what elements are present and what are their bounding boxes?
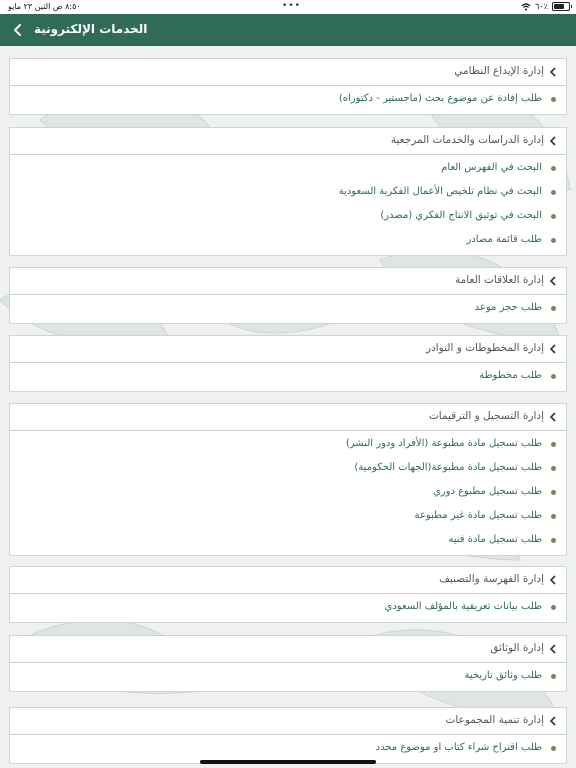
section-title: إدارة العلاقات العامة (455, 274, 544, 286)
service-item[interactable]: طلب تسجيل مادة مطبوعة (الأفراد ودور النش… (10, 433, 566, 457)
section-studies-references: إدارة الدراسات والخدمات المرجعية البحث ف… (9, 127, 567, 256)
section-header[interactable]: إدارة الوثائق (10, 636, 566, 663)
section-title: إدارة الدراسات والخدمات المرجعية (390, 134, 544, 146)
service-item-label: البحث في الفهرس العام (441, 162, 542, 173)
service-item-label: البحث في نظام تلخيص الأعمال الفكرية السع… (338, 186, 542, 197)
battery-icon (552, 2, 572, 11)
service-item[interactable]: البحث في توثيق الانتاج الفكري (مصدر) (10, 205, 566, 229)
section-legal-deposit: إدارة الإيداع النظامي طلب إفادة عن موضوع… (9, 58, 567, 115)
page-title: الخدمات الإلكترونية (34, 22, 148, 36)
back-button[interactable] (8, 20, 28, 40)
service-item-label: طلب إفادة عن موضوع بحث (ماجستير - دكتورا… (338, 93, 542, 104)
section-public-relations: إدارة العلاقات العامة طلب حجز موعد (9, 267, 567, 324)
section-documents: إدارة الوثائق طلب وثائق تاريخية (9, 635, 567, 692)
bullet (551, 674, 556, 679)
bullet (551, 605, 556, 610)
bullet (551, 490, 556, 495)
service-item[interactable]: طلب اقتراح شراء كتاب او موضوع محدد (10, 737, 566, 761)
chevron-left-icon (549, 344, 556, 354)
bullet (551, 166, 556, 171)
bullet (551, 442, 556, 447)
section-title: إدارة الفهرسة والتصنيف (439, 573, 544, 585)
service-item[interactable]: طلب تسجيل مادة مطبوعة(الجهات الحكومية) (10, 457, 566, 481)
section-header[interactable]: إدارة العلاقات العامة (10, 268, 566, 295)
service-item[interactable]: طلب قائمة مصادر (10, 229, 566, 253)
chevron-left-icon (549, 67, 556, 77)
bullet (551, 97, 556, 102)
service-item-label: طلب وثائق تاريخية (464, 670, 542, 681)
chevron-left-icon (549, 276, 556, 286)
section-registration: إدارة التسجيل و الترقيمات طلب تسجيل مادة… (9, 403, 567, 556)
bullet (551, 374, 556, 379)
chevron-left-icon (549, 716, 556, 726)
section-title: إدارة التسجيل و الترقيمات (428, 410, 544, 422)
status-indicators: ٦٠٪ (521, 2, 572, 11)
service-item[interactable]: طلب تسجيل مادة فنيه (10, 529, 566, 553)
status-date-text: الثين ٢٣ مايو (8, 2, 51, 11)
section-header[interactable]: إدارة الفهرسة والتصنيف (10, 567, 566, 594)
bullet (551, 306, 556, 311)
service-item-label: طلب مخطوطة (479, 370, 542, 381)
section-title: إدارة المخطوطات و النوادر (426, 342, 544, 354)
bullet (551, 214, 556, 219)
bullet (551, 746, 556, 751)
section-manuscripts: إدارة المخطوطات و النوادر طلب مخطوطة (9, 335, 567, 392)
service-item-label: طلب بيانات تعريفية بالمؤلف السعودي (384, 601, 542, 612)
chevron-left-icon (14, 24, 21, 36)
service-item[interactable]: طلب تسجيل مطبوع دوري (10, 481, 566, 505)
status-time: ٨:٥٠ ص الثين ٢٣ مايو (8, 2, 81, 11)
bullet (551, 514, 556, 519)
multitask-dots-icon[interactable]: ••• (282, 1, 301, 11)
service-item[interactable]: طلب مخطوطة (10, 365, 566, 389)
service-item-label: طلب تسجيل مطبوع دوري (432, 486, 542, 497)
service-item-label: طلب تسجيل مادة مطبوعة (الأفراد ودور النش… (345, 438, 542, 449)
section-header[interactable]: إدارة تنمية المجموعات (10, 708, 566, 735)
service-item[interactable]: البحث في نظام تلخيص الأعمال الفكرية السع… (10, 181, 566, 205)
section-header[interactable]: إدارة الإيداع النظامي (10, 59, 566, 86)
status-time-text: ٨:٥٠ ص (52, 2, 81, 11)
chevron-left-icon (549, 136, 556, 146)
battery-fill (554, 4, 564, 9)
battery-percent: ٦٠٪ (535, 2, 548, 11)
service-item[interactable]: طلب تسجيل مادة غير مطبوعة (10, 505, 566, 529)
bullet (551, 238, 556, 243)
service-item-label: طلب تسجيل مادة فنيه (448, 534, 542, 545)
nav-bar: الخدمات الإلكترونية (0, 14, 576, 46)
wifi-icon (521, 2, 531, 10)
chevron-left-icon (549, 575, 556, 585)
service-item-label: طلب تسجيل مادة مطبوعة(الجهات الحكومية) (354, 462, 542, 473)
bullet (551, 538, 556, 543)
service-item[interactable]: طلب إفادة عن موضوع بحث (ماجستير - دكتورا… (10, 88, 566, 112)
service-item[interactable]: البحث في الفهرس العام (10, 157, 566, 181)
bullet (551, 190, 556, 195)
section-title: إدارة تنمية المجموعات (445, 714, 544, 726)
home-indicator[interactable] (200, 760, 376, 764)
bullet (551, 466, 556, 471)
section-cataloging: إدارة الفهرسة والتصنيف طلب بيانات تعريفي… (9, 566, 567, 623)
section-header[interactable]: إدارة الدراسات والخدمات المرجعية (10, 128, 566, 155)
service-item-label: طلب تسجيل مادة غير مطبوعة (414, 510, 543, 521)
chevron-left-icon (549, 412, 556, 422)
service-item-label: طلب قائمة مصادر (466, 234, 542, 245)
section-collections-development: إدارة تنمية المجموعات طلب اقتراح شراء كت… (9, 707, 567, 764)
service-item[interactable]: طلب بيانات تعريفية بالمؤلف السعودي (10, 596, 566, 620)
section-title: إدارة الوثائق (490, 642, 544, 654)
status-bar: ٨:٥٠ ص الثين ٢٣ مايو ••• ٦٠٪ (0, 0, 576, 14)
section-header[interactable]: إدارة التسجيل و الترقيمات (10, 404, 566, 431)
section-header[interactable]: إدارة المخطوطات و النوادر (10, 336, 566, 363)
service-item[interactable]: طلب حجز موعد (10, 297, 566, 321)
service-item[interactable]: طلب وثائق تاريخية (10, 665, 566, 689)
service-item-label: طلب حجز موعد (474, 302, 542, 313)
chevron-left-icon (549, 644, 556, 654)
service-item-label: البحث في توثيق الانتاج الفكري (مصدر) (380, 210, 542, 221)
services-list: إدارة الإيداع النظامي طلب إفادة عن موضوع… (0, 46, 576, 768)
section-title: إدارة الإيداع النظامي (454, 65, 544, 77)
service-item-label: طلب اقتراح شراء كتاب او موضوع محدد (375, 742, 542, 753)
